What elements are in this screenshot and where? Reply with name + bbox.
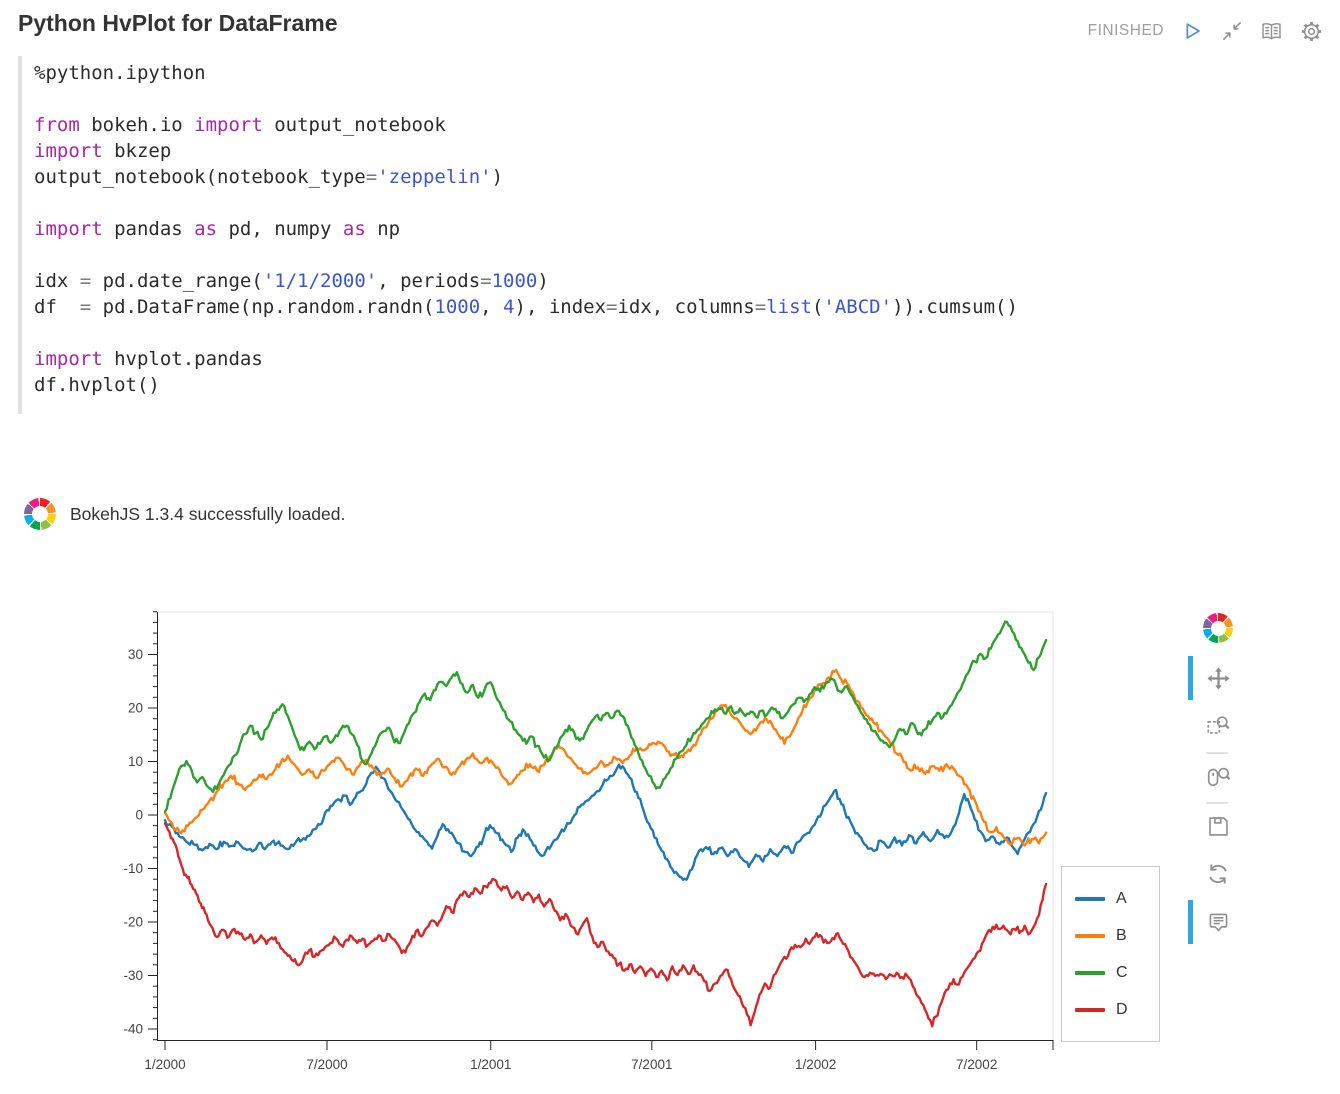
collapse-paragraph-icon[interactable] xyxy=(1220,19,1244,43)
legend-label: A xyxy=(1116,890,1127,908)
x-tick-label: 1/2001 xyxy=(470,1057,511,1072)
legend-item-C: C xyxy=(1062,954,1159,991)
bokeh-logo-icon xyxy=(24,498,56,530)
legend-label: D xyxy=(1116,1001,1128,1019)
code-line xyxy=(34,320,1194,346)
code-editor[interactable]: %python.ipython from bokeh.io import out… xyxy=(18,56,1194,414)
y-tick-label: 0 xyxy=(135,808,143,823)
toolbar-separator xyxy=(1206,752,1228,754)
legend-label: C xyxy=(1116,964,1128,982)
x-tick-label: 1/2002 xyxy=(795,1057,836,1072)
code-line: import bkzep xyxy=(34,138,1194,164)
y-tick-label: 20 xyxy=(128,701,143,716)
series-line-A xyxy=(165,765,1046,880)
code-line: df.hvplot() xyxy=(34,372,1194,398)
code-line xyxy=(34,86,1194,112)
series-line-B xyxy=(165,670,1046,846)
run-paragraph-button[interactable] xyxy=(1179,18,1205,44)
legend-swatch xyxy=(1075,971,1105,975)
code-line: output_notebook(notebook_type='zeppelin'… xyxy=(34,164,1194,190)
bokeh-toolbar xyxy=(1192,610,1244,960)
zeppelin-paragraph: Python HvPlot for DataFrame FINISHED %py… xyxy=(0,0,1340,1094)
code-line: df = pd.DataFrame(np.random.randn(1000, … xyxy=(34,294,1194,320)
series-line-D xyxy=(165,824,1046,1027)
hover-tool-button[interactable] xyxy=(1200,904,1236,940)
save-tool-button[interactable] xyxy=(1200,808,1236,844)
legend-item-D: D xyxy=(1062,991,1159,1028)
pan-tool-button[interactable] xyxy=(1200,660,1236,696)
legend-swatch xyxy=(1075,1008,1105,1012)
x-tick-label: 7/2002 xyxy=(956,1057,997,1072)
paragraph-status-bar: FINISHED xyxy=(1088,18,1324,44)
x-tick-label: 7/2001 xyxy=(631,1057,672,1072)
bokeh-toolbar-logo-icon[interactable] xyxy=(1200,610,1236,646)
toolbar-separator xyxy=(1206,802,1228,804)
paragraph-title: Python HvPlot for DataFrame xyxy=(18,10,338,37)
series-line-C xyxy=(165,622,1046,812)
x-tick-label: 1/2000 xyxy=(144,1057,185,1072)
legend-swatch xyxy=(1075,934,1105,938)
paragraph-settings-gear-icon[interactable] xyxy=(1299,19,1324,44)
report-view-icon[interactable] xyxy=(1259,19,1284,44)
code-line: import pandas as pd, numpy as np xyxy=(34,216,1194,242)
code-line xyxy=(34,190,1194,216)
wheel-zoom-tool-button[interactable] xyxy=(1200,758,1236,794)
y-tick-label: 30 xyxy=(128,647,143,662)
bokehjs-loaded-row: BokehJS 1.3.4 successfully loaded. xyxy=(24,498,345,530)
legend-item-B: B xyxy=(1062,917,1159,954)
code-line: from bokeh.io import output_notebook xyxy=(34,112,1194,138)
legend-item-A: A xyxy=(1062,880,1159,917)
y-tick-label: -20 xyxy=(123,915,143,930)
reset-tool-button[interactable] xyxy=(1200,856,1236,892)
code-line: idx = pd.date_range('1/1/2000', periods=… xyxy=(34,268,1194,294)
y-tick-label: -40 xyxy=(123,1022,143,1037)
y-tick-label: -10 xyxy=(123,861,143,876)
chart-legend: A B C D xyxy=(1061,866,1160,1042)
legend-swatch xyxy=(1075,897,1105,901)
y-tick-label: 10 xyxy=(128,754,143,769)
hvplot-line-chart[interactable]: -40 -30 -20 -10 0 10 20 30 1/2000 7/2000 1/2001 7/2… xyxy=(0,600,1180,1094)
x-tick-label: 7/2000 xyxy=(306,1057,347,1072)
status-badge: FINISHED xyxy=(1088,22,1164,40)
box-zoom-tool-button[interactable] xyxy=(1200,708,1236,744)
legend-label: B xyxy=(1116,927,1127,945)
y-tick-label: -30 xyxy=(123,968,143,983)
code-line xyxy=(34,242,1194,268)
bokehjs-loaded-message: BokehJS 1.3.4 successfully loaded. xyxy=(70,504,345,525)
code-line: import hvplot.pandas xyxy=(34,346,1194,372)
code-line: %python.ipython xyxy=(34,60,1194,86)
